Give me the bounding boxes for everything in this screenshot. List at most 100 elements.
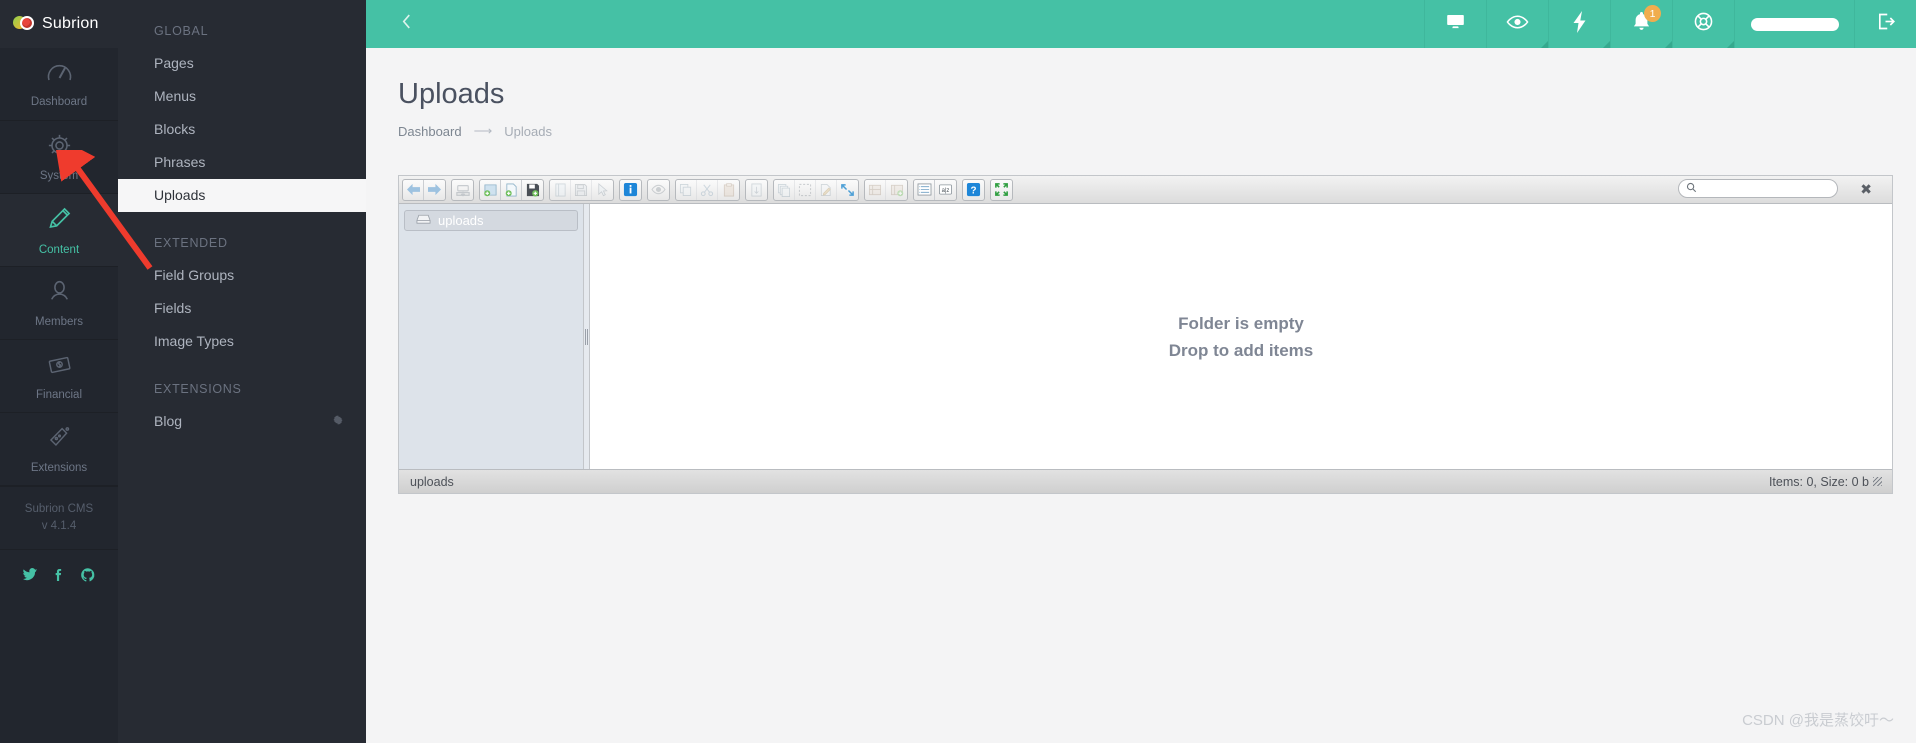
social-links (0, 550, 118, 588)
svg-text:?: ? (970, 185, 976, 196)
sidebar-item-financial[interactable]: Financial (0, 340, 118, 413)
search-input[interactable] (1701, 182, 1826, 195)
nav-group-title-extended: EXTENDED (154, 236, 228, 250)
breadcrumb-dashboard[interactable]: Dashboard (398, 124, 462, 139)
rename-icon[interactable] (816, 179, 837, 200)
logout-icon (1875, 11, 1896, 37)
header-user-menu[interactable] (1734, 0, 1854, 48)
help-lifebuoy-icon (1693, 11, 1714, 37)
select-all-icon[interactable] (795, 179, 816, 200)
subrion-logo-icon (13, 13, 35, 35)
github-icon[interactable] (80, 567, 96, 588)
toolbar-group-help: ? (962, 178, 985, 201)
brand-name: Subrion (42, 15, 99, 32)
icon-sidebar: Subrion Dashboard System Content Members… (0, 0, 118, 743)
gear-icon[interactable] (332, 413, 344, 429)
toolbar-group-archive-extract (745, 178, 768, 201)
list-view-icon[interactable] (914, 179, 935, 200)
sidebar-item-image-types[interactable]: Image Types (118, 325, 366, 358)
sidebar-item-menus[interactable]: Menus (118, 80, 366, 113)
header-logout-button[interactable] (1854, 0, 1916, 48)
product-name: Subrion CMS (24, 503, 94, 515)
header-preview-button[interactable] (1486, 0, 1548, 48)
sidebar-item-content[interactable]: Content (0, 194, 118, 267)
sidebar-item-uploads[interactable]: Uploads (118, 179, 366, 212)
pencil-icon (46, 205, 73, 237)
floppy-save-icon[interactable] (571, 179, 592, 200)
sidebar-item-dashboard[interactable]: Dashboard (0, 48, 118, 121)
header-actions: 1 (1424, 0, 1916, 48)
new-file-icon[interactable] (501, 179, 522, 200)
select-cursor-icon[interactable] (592, 180, 613, 200)
gear-icon (47, 133, 72, 163)
top-header-bar: 1 (366, 0, 1916, 48)
page-title: Uploads (398, 78, 505, 110)
add-to-archive-icon[interactable] (886, 180, 907, 200)
facebook-icon[interactable] (51, 567, 67, 588)
toolbar-group-navigation (402, 178, 446, 201)
file-list-panel[interactable]: Folder is empty Drop to add items (590, 204, 1892, 469)
toolbar-group-edit (773, 178, 859, 201)
brand-logo[interactable]: Subrion (0, 0, 118, 48)
money-icon (47, 352, 72, 382)
toolbar-group-clipboard (675, 178, 740, 201)
header-help-button[interactable] (1672, 0, 1734, 48)
secondary-nav: GLOBAL Pages Menus Blocks Phrases Upload… (118, 0, 366, 743)
toolbar-group-file-ops (549, 178, 614, 201)
sidebar-item-fields[interactable]: Fields (118, 292, 366, 325)
toolbar-group-create (479, 178, 544, 201)
sidebar-item-extensions[interactable]: Extensions (0, 413, 118, 486)
preview-icon[interactable] (648, 180, 669, 200)
sidebar-item-phrases[interactable]: Phrases (118, 146, 366, 179)
new-folder-icon[interactable] (480, 179, 501, 200)
sidebar-label-members: Members (35, 315, 83, 328)
empty-line-1: Folder is empty (1178, 313, 1304, 333)
flask-icon (47, 425, 72, 455)
cut-scissors-icon[interactable] (697, 179, 718, 200)
tree-node-uploads[interactable]: uploads (404, 210, 578, 231)
sidebar-label-content: Content (38, 243, 80, 256)
info-icon[interactable] (620, 180, 641, 200)
sidebar-item-blog[interactable]: Blog (118, 405, 366, 438)
paste-clipboard-icon[interactable] (718, 180, 739, 200)
search-icon (1686, 180, 1697, 198)
twitter-icon[interactable] (22, 567, 38, 588)
file-manager-status-bar: uploads Items: 0, Size: 0 b (399, 469, 1892, 493)
sidebar-collapse-button[interactable] (386, 0, 426, 48)
sidebar-item-field-groups[interactable]: Field Groups (118, 259, 366, 292)
watermark: CSDN @我是蒸饺吁～ (1742, 712, 1894, 729)
help-question-icon[interactable]: ? (963, 180, 984, 200)
sidebar-label-dashboard: Dashboard (30, 95, 88, 108)
header-view-site-button[interactable] (1424, 0, 1486, 48)
sidebar-label-financial: Financial (35, 388, 83, 401)
toolbar-group-archive (864, 178, 908, 201)
copy-icon[interactable] (676, 179, 697, 200)
quick-actions-bolt-icon (1572, 10, 1587, 38)
toolbar-group-info (619, 178, 642, 201)
sidebar-label-extensions: Extensions (30, 461, 88, 474)
duplicate-icon[interactable] (774, 179, 795, 200)
resize-icon[interactable] (837, 180, 858, 200)
upload-icon[interactable] (452, 180, 473, 200)
sort-az-icon[interactable]: a|z (935, 180, 956, 200)
header-quick-actions-button[interactable] (1548, 0, 1610, 48)
breadcrumb: Dashboard ⟶ Uploads (366, 111, 1916, 139)
nav-group-title-global: GLOBAL (154, 24, 209, 38)
fullscreen-icon[interactable] (991, 180, 1012, 200)
nav-group-title-extensions: EXTENSIONS (154, 382, 242, 396)
close-icon[interactable]: ✖ (1860, 181, 1872, 198)
toolbar-group-fullscreen (990, 178, 1013, 201)
sidebar-item-pages[interactable]: Pages (118, 47, 366, 80)
sidebar-item-system[interactable]: System (0, 121, 118, 194)
forward-icon[interactable] (424, 180, 445, 200)
open-icon[interactable] (550, 179, 571, 200)
file-manager-search[interactable] (1678, 179, 1838, 198)
save-icon[interactable] (522, 180, 543, 200)
sidebar-item-members[interactable]: Members (0, 267, 118, 340)
extract-archive-icon[interactable] (746, 180, 767, 200)
resize-grip-icon[interactable] (1873, 477, 1882, 486)
sidebar-item-blocks[interactable]: Blocks (118, 113, 366, 146)
archive-icon[interactable] (865, 179, 886, 200)
back-icon[interactable] (403, 179, 424, 200)
header-notifications-button[interactable]: 1 (1610, 0, 1672, 48)
